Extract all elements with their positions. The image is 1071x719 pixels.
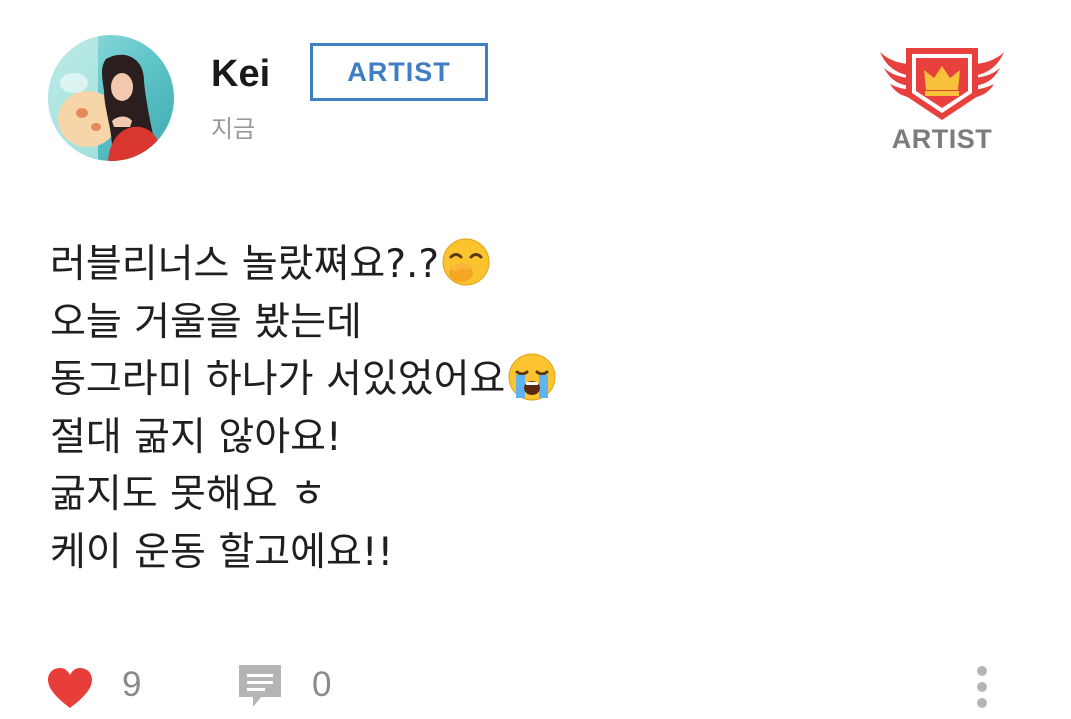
post-line: 케이 운동 할고에요!! [50,524,1010,582]
more-options-button[interactable] [964,659,1000,715]
comment-count: 0 [312,665,332,704]
post-timestamp: 지금 [211,115,256,143]
crying-face-emoji [507,352,557,402]
post-body: 러블리너스 놀랐쪄요?.? 오늘 거울을 봤는데 동그라미 하나가 서있었어요 [50,236,1010,581]
post-line: 굶지도 못해요 ㅎ [50,466,1010,524]
like-count: 9 [122,665,142,704]
author-name[interactable]: Kei [211,50,270,98]
more-vertical-icon [977,666,987,708]
post-line: 오늘 거울을 봤는데 [50,294,1010,352]
post-line: 동그라미 하나가 서있었어요 [50,351,1010,409]
post-line-text: 케이 운동 할고에요!! [50,529,394,575]
post-line-text: 오늘 거울을 봤는데 [50,299,362,345]
like-button[interactable] [46,667,94,709]
avatar-photo [48,35,174,161]
badge-label: ARTIST [891,124,993,154]
post-line: 러블리너스 놀랐쪄요?.? [50,236,1010,294]
comment-button[interactable] [237,663,283,709]
comment-icon [239,665,281,707]
post-line-text: 굶지도 못해요 ㅎ [50,472,326,517]
avatar[interactable] [48,35,174,161]
post-line: 절대 굶지 않아요! [50,409,1010,467]
post-footer: 9 0 [0,655,1071,718]
post-line-text: 러블리너스 놀랐쪄요?.? [50,242,440,287]
artist-tag: ARTIST [310,43,488,101]
post-line-text: 동그라미 하나가 서있었어요 [50,357,506,402]
post-line-text: 절대 굶지 않아요! [50,414,342,460]
hand-over-mouth-emoji [441,237,491,287]
heart-icon [48,668,92,708]
